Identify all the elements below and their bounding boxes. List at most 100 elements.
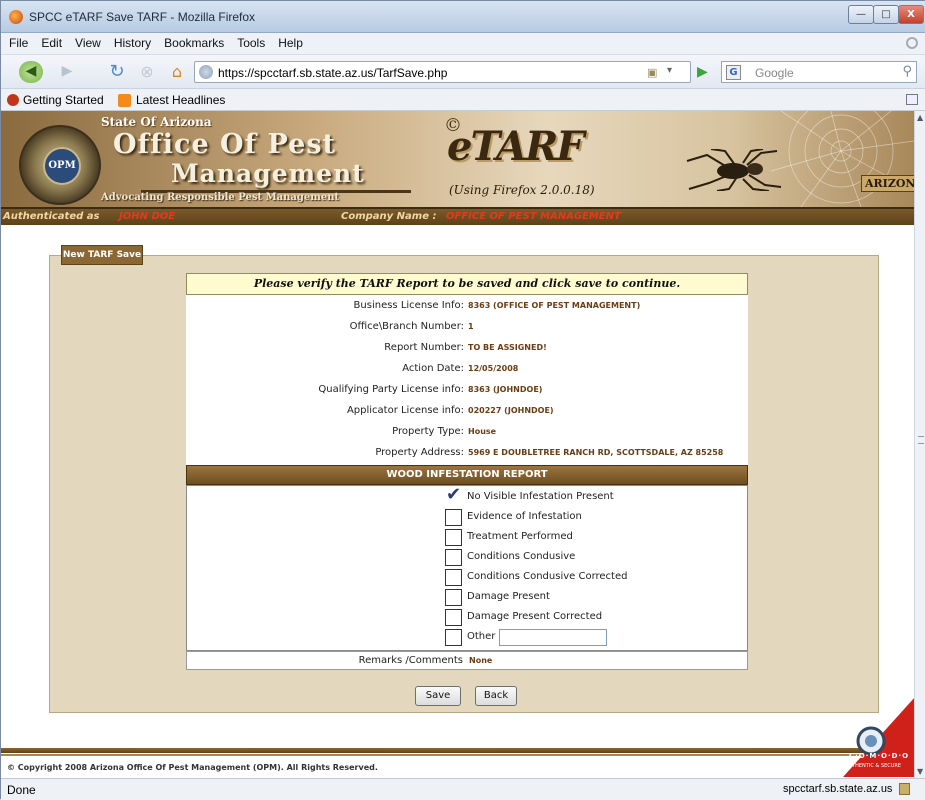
home-button[interactable]: ⌂ — [165, 61, 189, 83]
info-row: Qualifying Party License info: 8363 (JOH… — [186, 381, 748, 400]
menu-tools[interactable]: Tools — [229, 33, 270, 50]
info-label: Office\Branch Number: — [349, 321, 464, 332]
info-value: 020227 (JOHNDOE) — [468, 406, 554, 415]
auth-bar: Authenticated as JOHN DOE Company Name :… — [1, 207, 914, 225]
arizona-badge: ARIZONA — [861, 175, 914, 192]
info-value: TO BE ASSIGNED! — [468, 343, 547, 352]
menu-bookmarks[interactable]: Bookmarks — [156, 33, 229, 50]
forward-button[interactable]: ▶ — [55, 61, 79, 83]
save-button[interactable]: Save — [415, 686, 461, 706]
comodo-sublabel: AUTHENTIC & SECURE — [845, 763, 902, 769]
site-banner: OPM State Of Arizona Office Of Pest Mana… — [1, 111, 914, 207]
checklist-label: Conditions Condusive — [467, 551, 576, 562]
menu-history[interactable]: History — [106, 33, 156, 50]
firefox-icon — [9, 10, 23, 24]
wood-infestation-header: WOOD INFESTATION REPORT — [186, 465, 748, 485]
remarks-value: None — [469, 656, 493, 665]
info-value: 5969 E DOUBLETREE RANCH RD, SCOTTSDALE, … — [468, 448, 724, 457]
info-row: Report Number: TO BE ASSIGNED! — [186, 339, 748, 358]
firefox-bookmark-icon — [7, 94, 19, 106]
browser-window: SPCC eTARF Save TARF - Mozilla Firefox —… — [0, 0, 925, 800]
menu-edit[interactable]: Edit — [33, 33, 67, 50]
checkbox[interactable] — [445, 549, 462, 566]
info-value: 8363 (OFFICE OF PEST MANAGEMENT) — [468, 301, 641, 310]
info-value: House — [468, 427, 497, 436]
navigation-toolbar: ◀ ▶ ↻ ⊗ ⌂ https://spcctarf.sb.state.az.u… — [1, 55, 925, 89]
search-bar[interactable]: G Google ⚲ — [721, 61, 917, 83]
scroll-grip[interactable] — [918, 436, 924, 444]
footer-divider-accent — [1, 754, 914, 756]
info-label: Action Date: — [402, 363, 464, 374]
url-text[interactable]: https://spcctarf.sb.state.az.us/TarfSave… — [218, 66, 447, 80]
search-icon[interactable]: ⚲ — [902, 64, 912, 79]
spider-web-icon — [771, 111, 914, 207]
google-icon[interactable]: G — [726, 65, 741, 80]
go-button[interactable]: ▶ — [697, 64, 708, 80]
info-label: Applicator License info: — [346, 405, 464, 416]
scroll-up-icon[interactable]: ▲ — [917, 113, 923, 122]
info-row: Business License Info: 8363 (OFFICE OF P… — [186, 297, 748, 316]
checklist-label: Other — [467, 631, 496, 642]
bookmark-getting-started[interactable]: Getting Started — [23, 93, 104, 107]
tab-new-tarf-save[interactable]: New TARF Save — [61, 245, 143, 265]
vertical-scrollbar[interactable]: ▲ ▼ — [914, 111, 925, 778]
slogan: Advocating Responsible Pest Management — [101, 192, 340, 203]
office-title-line1: Office Of Pest — [113, 129, 336, 160]
report-info-table: Business License Info: 8363 (OFFICE OF P… — [186, 295, 748, 465]
lock-icon[interactable] — [899, 783, 910, 795]
info-row: Office\Branch Number: 1 — [186, 318, 748, 337]
info-row: Property Type: House — [186, 423, 748, 442]
search-input[interactable]: Google — [755, 66, 794, 80]
back-button[interactable]: ◀ — [19, 61, 43, 83]
checkbox[interactable] — [445, 569, 462, 586]
auth-user: JOHN DOE — [119, 211, 176, 222]
seal-center: OPM — [43, 147, 81, 185]
info-label: Property Type: — [392, 426, 464, 437]
lock-icon[interactable]: ▣ — [647, 66, 657, 79]
remarks-label: Remarks /Comments — [358, 655, 463, 666]
printer-icon[interactable] — [906, 94, 918, 105]
footer-divider — [1, 748, 914, 753]
menu-help[interactable]: Help — [270, 33, 308, 50]
info-value: 1 — [468, 322, 474, 331]
back-form-button[interactable]: Back — [475, 686, 517, 706]
title-bar: SPCC eTARF Save TARF - Mozilla Firefox —… — [1, 1, 925, 33]
url-dropdown-icon[interactable]: ▾ — [667, 65, 672, 76]
checkbox[interactable] — [445, 529, 462, 546]
checkbox[interactable] — [445, 609, 462, 626]
checklist-label: Conditions Condusive Corrected — [467, 571, 628, 582]
checkbox[interactable] — [445, 589, 462, 606]
info-label: Property Address: — [375, 447, 464, 458]
site-identity-icon[interactable] — [199, 65, 213, 79]
bookmark-latest-headlines[interactable]: Latest Headlines — [136, 93, 225, 107]
checkbox[interactable] — [445, 629, 462, 646]
info-value: 8363 (JOHNDOE) — [468, 385, 543, 394]
info-label: Report Number: — [384, 342, 464, 353]
rss-feed-icon — [118, 94, 131, 107]
info-label: Qualifying Party License info: — [318, 384, 464, 395]
reload-button[interactable]: ↻ — [105, 61, 129, 83]
checklist-label: Evidence of Infestation — [467, 511, 582, 522]
menu-bar: File Edit View History Bookmarks Tools Help — [1, 33, 925, 55]
menu-view[interactable]: View — [67, 33, 106, 50]
menu-file[interactable]: File — [1, 33, 33, 50]
checkmark-icon[interactable]: ✔ — [446, 484, 461, 505]
address-bar[interactable]: https://spcctarf.sb.state.az.us/TarfSave… — [194, 61, 691, 83]
comodo-label: C·O·M·O·D·O — [849, 752, 910, 760]
close-button[interactable]: X — [898, 5, 924, 24]
info-label: Business License Info: — [353, 300, 464, 311]
maximize-button[interactable]: □ — [873, 5, 899, 24]
scroll-down-icon[interactable]: ▼ — [917, 767, 923, 776]
firefox-version-note: (Using Firefox 2.0.0.18) — [449, 183, 595, 197]
status-domain[interactable]: spcctarf.sb.state.az.us — [783, 783, 892, 795]
minimize-button[interactable]: — — [848, 5, 874, 24]
checkbox[interactable] — [445, 509, 462, 526]
other-text-input[interactable] — [499, 629, 607, 646]
checklist-label: Damage Present Corrected — [467, 611, 603, 622]
bookmarks-toolbar: Getting Started Latest Headlines — [1, 89, 925, 111]
state-label: State Of Arizona — [101, 115, 212, 129]
info-row: Action Date: 12/05/2008 — [186, 360, 748, 379]
stop-button[interactable]: ⊗ — [135, 61, 159, 83]
info-row: Property Address: 5969 E DOUBLETREE RANC… — [186, 444, 748, 463]
office-title-line2: Management — [171, 159, 365, 188]
